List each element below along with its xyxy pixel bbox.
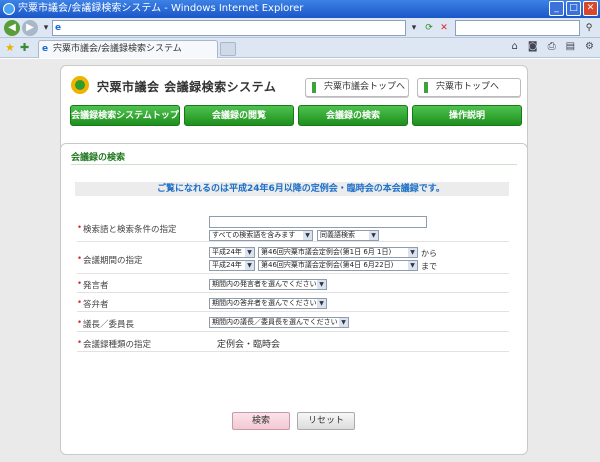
main-nav: 会議録検索システムトップ 会議録の閲覧 会議録の検索 操作説明 [70, 105, 522, 126]
refresh-icon[interactable]: ⟳ [422, 21, 436, 35]
speaker-value: 期間内の発言者を選んでください [212, 280, 317, 288]
speaker-row: 発言者 期間内の発言者を選んでください ▼ [77, 276, 509, 293]
command-bar: ⌂ ◙ ⎙ ▤ ⚙ [512, 41, 594, 52]
window-titlebar: 宍粟市議会/会議録検索システム - Windows Internet Explo… [0, 0, 600, 18]
home-icon[interactable]: ⌂ [512, 41, 518, 52]
chair-label: 議長／委員長 [77, 318, 134, 330]
chevron-down-icon: ▼ [339, 318, 348, 327]
search-icon[interactable]: ⚲ [582, 21, 596, 35]
chair-select[interactable]: 期間内の議長／委員長を選んでください ▼ [209, 317, 349, 328]
new-tab-button[interactable] [220, 42, 236, 56]
site-title: 宍粟市議会 会議録検索システム [97, 80, 277, 94]
page-menu-icon[interactable]: ▤ [566, 41, 575, 52]
speaker-label: 発言者 [77, 279, 109, 291]
keyword-row: 検索語と検索条件の指定 すべての検索語を含みます ▼ 同義語検索 ▼ [77, 214, 509, 242]
chevron-down-icon: ▼ [245, 248, 254, 257]
meeting-type-value: 定例会・臨時会 [217, 340, 281, 350]
to-year-value: 平成24年 [212, 261, 242, 269]
city-top-link[interactable]: 宍粟市トップへ [417, 78, 521, 97]
keyword-label: 検索語と検索条件の指定 [77, 223, 177, 235]
link-marker-icon [424, 82, 428, 93]
close-button[interactable]: ✕ [583, 1, 598, 16]
answerer-value: 期間内の答弁者を選んでください [212, 299, 317, 307]
ie-app-icon [3, 3, 15, 15]
divider [71, 164, 517, 165]
window-controls: _ □ ✕ [549, 1, 598, 16]
from-year-select[interactable]: 平成24年 ▼ [209, 247, 255, 258]
keyword-condition-value: すべての検索語を含みます [212, 231, 296, 239]
stop-icon[interactable]: ✕ [437, 21, 451, 35]
to-session-value: 第46回宍粟市議会定例会(第4日 6月22日) [261, 261, 394, 269]
nav-help[interactable]: 操作説明 [412, 105, 522, 126]
answerer-select[interactable]: 期間内の答弁者を選んでください ▼ [209, 298, 327, 309]
address-dropdown-icon[interactable]: ▾ [407, 21, 421, 35]
tools-menu-icon[interactable]: ⚙ [585, 41, 594, 52]
chair-row: 議長／委員長 期間内の議長／委員長を選んでください ▼ [77, 314, 509, 332]
minimize-button[interactable]: _ [549, 1, 564, 16]
match-type-value: 同義語検索 [320, 231, 355, 239]
meeting-type-row: 会議録種類の指定 定例会・臨時会 [77, 334, 509, 352]
tab-current[interactable]: e 宍粟市議会/会議録検索システム [38, 40, 218, 58]
chevron-down-icon: ▼ [245, 261, 254, 270]
period-row: 会議期間の指定 平成24年 ▼ 第46回宍粟市議会定例会(第1日 6月 1日) … [77, 244, 509, 274]
to-suffix: まで [421, 262, 437, 271]
back-icon[interactable]: ◀ [4, 20, 20, 36]
search-input[interactable] [455, 20, 580, 36]
maximize-button[interactable]: □ [566, 1, 581, 16]
from-suffix: から [421, 249, 437, 258]
history-dropdown-icon[interactable]: ▾ [39, 21, 53, 35]
council-top-link[interactable]: 宍粟市議会トップへ [305, 78, 409, 97]
chevron-down-icon: ▼ [303, 231, 312, 240]
answerer-row: 答弁者 期間内の答弁者を選んでください ▼ [77, 295, 509, 312]
tab-toolbar: ★ ✚ e 宍粟市議会/会議録検索システム ⌂ ◙ ⎙ ▤ ⚙ [0, 38, 600, 58]
nav-browse[interactable]: 会議録の閲覧 [184, 105, 294, 126]
print-icon[interactable]: ⎙ [548, 41, 556, 52]
from-session-value: 第46回宍粟市議会定例会(第1日 6月 1日) [261, 248, 392, 256]
window-title: 宍粟市議会/会議録検索システム - Windows Internet Explo… [18, 3, 304, 14]
panel-title: 会議録の検索 [71, 153, 126, 163]
favorites-star-icon[interactable]: ★ [5, 41, 15, 54]
to-session-select[interactable]: 第46回宍粟市議会定例会(第4日 6月22日) ▼ [258, 260, 418, 271]
chevron-down-icon: ▼ [408, 261, 417, 270]
address-input[interactable]: e [52, 20, 406, 36]
link-marker-icon [312, 82, 316, 93]
keyword-condition-select[interactable]: すべての検索語を含みます ▼ [209, 230, 313, 241]
nav-system-top[interactable]: 会議録検索システムトップ [70, 105, 180, 126]
answerer-label: 答弁者 [77, 298, 109, 310]
address-toolbar: ◀ ▶ ▾ e ▾ ⟳ ✕ ⚲ [0, 18, 600, 38]
council-top-link-label: 宍粟市議会トップへ [324, 82, 406, 92]
keyword-input[interactable] [209, 216, 427, 228]
site-logo-icon [71, 76, 89, 94]
speaker-select[interactable]: 期間内の発言者を選んでください ▼ [209, 279, 327, 290]
city-top-link-label: 宍粟市トップへ [436, 82, 500, 92]
to-year-select[interactable]: 平成24年 ▼ [209, 260, 255, 271]
search-panel: 会議録の検索 ご覧になれるのは平成24年6月以降の定例会・臨時会の本会議録です。… [60, 143, 528, 455]
from-year-value: 平成24年 [212, 248, 242, 256]
notice-text: ご覧になれるのは平成24年6月以降の定例会・臨時会の本会議録です。 [157, 184, 445, 194]
chevron-down-icon: ▼ [369, 231, 378, 240]
feeds-icon[interactable]: ◙ [528, 41, 538, 52]
match-type-select[interactable]: 同義語検索 ▼ [317, 230, 379, 241]
reset-button[interactable]: リセット [297, 412, 355, 430]
add-favorites-icon[interactable]: ✚ [20, 41, 29, 54]
chair-value: 期間内の議長／委員長を選んでください [212, 318, 338, 326]
chevron-down-icon: ▼ [408, 248, 417, 257]
period-label: 会議期間の指定 [77, 254, 143, 266]
ie-page-icon: e [55, 23, 62, 33]
nav-search[interactable]: 会議録の検索 [298, 105, 408, 126]
chevron-down-icon: ▼ [317, 299, 326, 308]
tab-label: 宍粟市議会/会議録検索システム [53, 44, 182, 54]
ie-tab-icon: e [42, 44, 49, 54]
meeting-type-label: 会議録種類の指定 [77, 338, 151, 350]
search-button[interactable]: 検索 [232, 412, 290, 430]
chevron-down-icon: ▼ [317, 280, 326, 289]
from-session-select[interactable]: 第46回宍粟市議会定例会(第1日 6月 1日) ▼ [258, 247, 418, 258]
page-viewport: 宍粟市議会 会議録検索システム 宍粟市議会トップへ 宍粟市トップへ 会議録検索シ… [0, 59, 600, 462]
forward-icon[interactable]: ▶ [22, 20, 38, 36]
